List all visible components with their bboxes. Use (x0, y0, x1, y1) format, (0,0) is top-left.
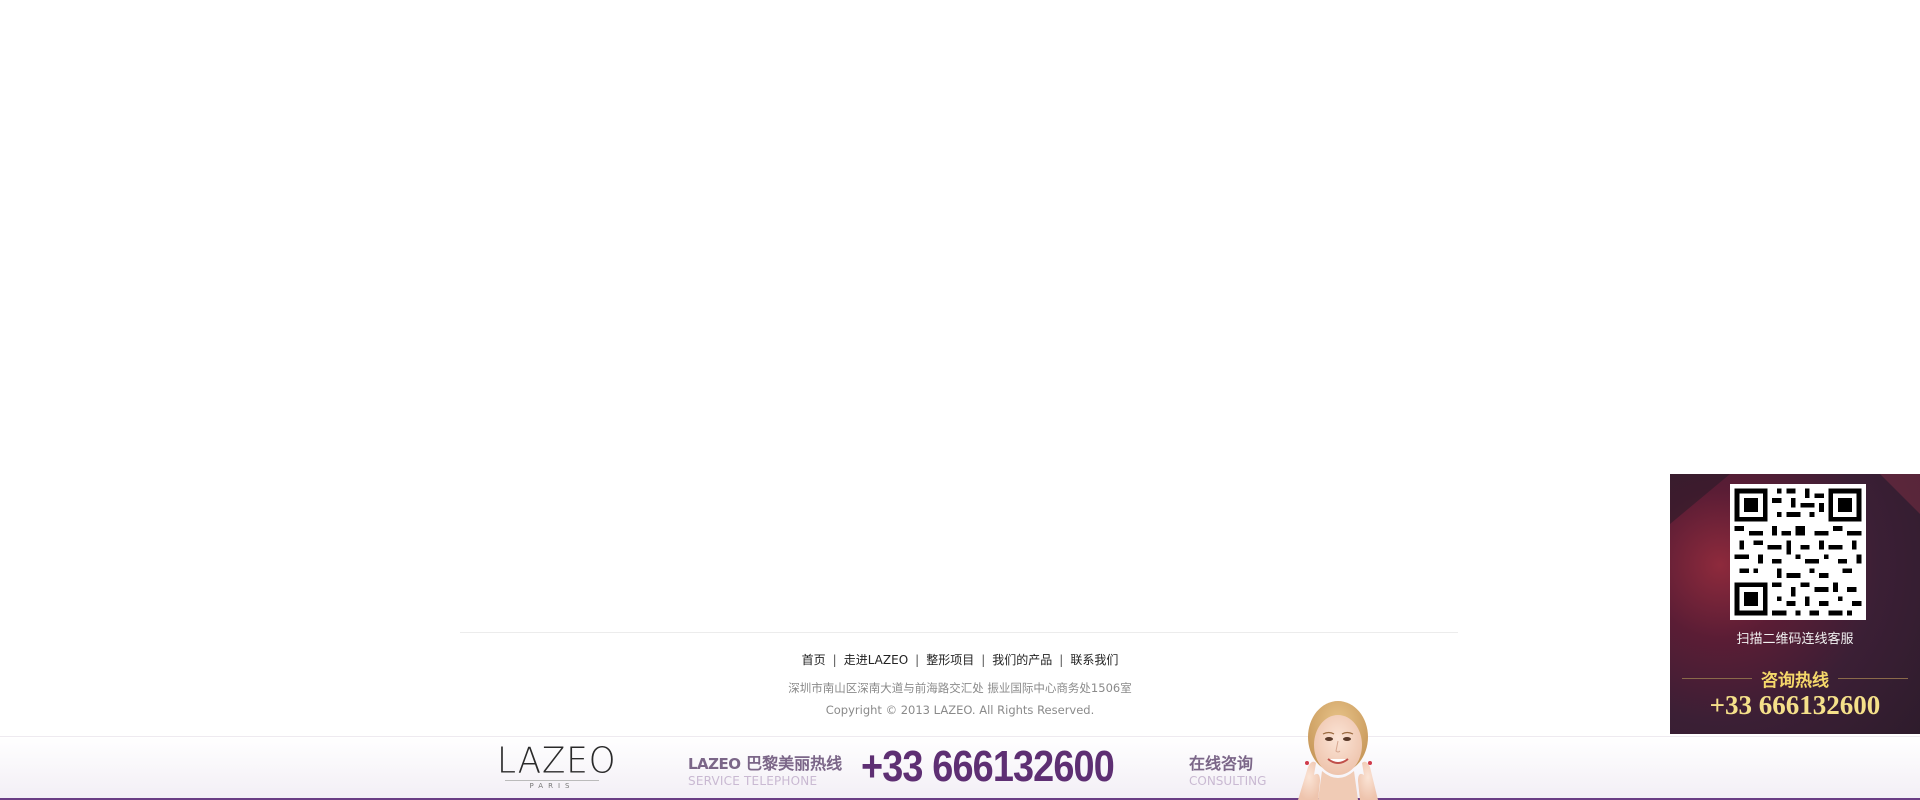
qr-service-widget: 扫描二维码连线客服 咨询热线 +33 666132600 (1670, 474, 1920, 734)
nav-separator: | (915, 653, 920, 667)
footer-nav: 首页 | 走进LAZEO | 整形项目 | 我们的产品 | 联系我们 (0, 651, 1920, 668)
qr-hotline-title: 咨询热线 (1670, 666, 1920, 691)
online-consult-button[interactable]: 在线咨询 CONSULTING (1189, 750, 1266, 788)
footer-address: 深圳市南山区深南大道与前海路交汇处 振业国际中心商务处1506室 (788, 681, 1132, 695)
divider-line (1838, 678, 1908, 679)
divider-line (1682, 678, 1752, 679)
qr-hotline-phone: +33 666132600 (1709, 690, 1881, 720)
consult-title: 在线咨询 (1189, 754, 1254, 773)
hotline-label: LAZEO 巴黎美丽热线 SERVICE TELEPHONE (688, 750, 842, 788)
qr-code-icon[interactable] (1730, 484, 1866, 620)
nav-separator: | (1059, 653, 1064, 667)
consult-subtitle: CONSULTING (1189, 774, 1267, 788)
footer-link-projects[interactable]: 整形项目 (926, 653, 974, 667)
hotline-title: 巴黎美丽热线 (746, 754, 843, 773)
footer-link-about[interactable]: 走进LAZEO (844, 653, 908, 667)
lazeo-logo[interactable]: LAZEO PARIS (497, 740, 617, 790)
face-photo (1298, 701, 1378, 800)
footer-divider (460, 632, 1458, 633)
footer-link-contact[interactable]: 联系我们 (1070, 653, 1118, 667)
footer-copyright: Copyright © 2013 LAZEO. All Rights Reser… (825, 703, 1095, 717)
logo-wordmark: LAZEO (497, 740, 617, 782)
nav-separator: | (981, 653, 986, 667)
hotline-brand: LAZEO (688, 755, 741, 773)
page: 首页 | 走进LAZEO | 整形项目 | 我们的产品 | 联系我们 深圳市南山区深南大道与前海… (0, 0, 1920, 800)
hotline-phone-number: +33 666132600 (861, 742, 1115, 791)
footer-link-products[interactable]: 我们的产品 (992, 653, 1052, 667)
footer-link-home[interactable]: 首页 (802, 653, 826, 667)
qr-caption: 扫描二维码连线客服 (1736, 632, 1854, 647)
qr-hotline-title-text: 咨询热线 (1761, 671, 1829, 691)
hotline-subtitle: SERVICE TELEPHONE (688, 774, 818, 788)
nav-separator: | (832, 653, 837, 667)
widget-decoration (1670, 474, 1730, 524)
widget-decoration (1880, 474, 1920, 514)
